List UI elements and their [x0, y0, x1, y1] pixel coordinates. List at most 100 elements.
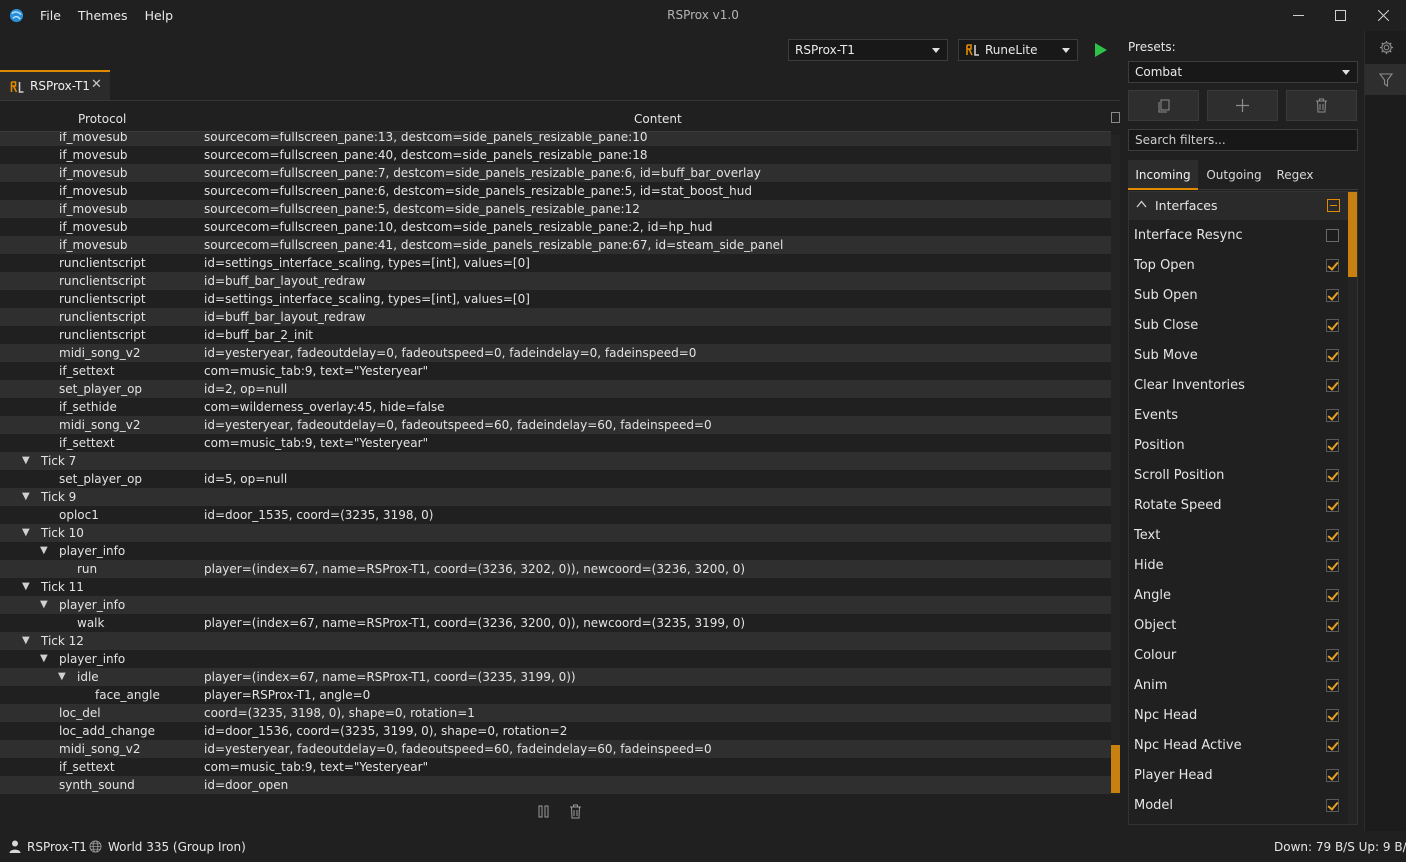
- filter-item[interactable]: Colour: [1129, 641, 1348, 671]
- minimize-button[interactable]: [1276, 0, 1321, 31]
- table-row[interactable]: face_angle player=RSProx-T1, angle=0: [0, 686, 1111, 704]
- table-group-row[interactable]: ▼ Tick 12: [0, 632, 1111, 650]
- filter-item[interactable]: Object: [1129, 611, 1348, 641]
- filter-checkbox[interactable]: [1326, 679, 1339, 692]
- table-row[interactable]: if_movesub sourcecom=fullscreen_pane:41, …: [0, 236, 1111, 254]
- filter-item[interactable]: Npc Head Active: [1129, 731, 1348, 761]
- expand-caret-icon[interactable]: ▼: [22, 578, 30, 596]
- table-row[interactable]: run player=(index=67, name=RSProx-T1, coo…: [0, 560, 1111, 578]
- table-scroll-thumb[interactable]: [1111, 745, 1120, 793]
- column-protocol[interactable]: Protocol: [78, 112, 126, 126]
- filter-checkbox[interactable]: [1326, 349, 1339, 362]
- filter-checkbox[interactable]: [1326, 709, 1339, 722]
- table-group-row[interactable]: ▼ Tick 9: [0, 488, 1111, 506]
- filter-item[interactable]: Clear Inventories: [1129, 371, 1348, 401]
- expand-caret-icon[interactable]: ▼: [22, 452, 30, 470]
- clear-trash-icon[interactable]: [569, 804, 582, 819]
- filter-checkbox[interactable]: [1326, 619, 1339, 632]
- filter-item[interactable]: Sub Move: [1129, 341, 1348, 371]
- filter-checkbox[interactable]: [1326, 739, 1339, 752]
- filter-search-input[interactable]: [1128, 129, 1358, 151]
- filter-item[interactable]: Position: [1129, 431, 1348, 461]
- table-row[interactable]: walk player=(index=67, name=RSProx-T1, co…: [0, 614, 1111, 632]
- filter-checkbox[interactable]: [1326, 439, 1339, 452]
- column-content[interactable]: Content: [634, 112, 682, 126]
- filter-item[interactable]: Top Open: [1129, 251, 1348, 281]
- table-row[interactable]: set_player_op id=2, op=null: [0, 380, 1111, 398]
- filter-item[interactable]: Events: [1129, 401, 1348, 431]
- expand-caret-icon[interactable]: ▼: [22, 632, 30, 650]
- column-options-icon[interactable]: [1111, 112, 1120, 123]
- play-icon[interactable]: [1094, 42, 1108, 58]
- settings-button[interactable]: [1365, 32, 1406, 63]
- table-row[interactable]: runclientscript id=settings_interface_sca…: [0, 254, 1111, 272]
- table-row[interactable]: if_movesub sourcecom=fullscreen_pane:7, d…: [0, 164, 1111, 182]
- table-row[interactable]: set_player_op id=5, op=null: [0, 470, 1111, 488]
- table-group-row[interactable]: ▼ idle player=(index=67, name=RSProx-T1, c…: [0, 668, 1111, 686]
- table-scrollbar[interactable]: [1111, 135, 1120, 795]
- table-row[interactable]: if_movesub sourcecom=fullscreen_pane:6, d…: [0, 182, 1111, 200]
- table-row[interactable]: midi_song_v2 id=yesteryear, fadeoutdelay=…: [0, 740, 1111, 758]
- expand-caret-icon[interactable]: ▼: [40, 596, 48, 614]
- table-row[interactable]: runclientscript id=buff_bar_layout_redraw: [0, 272, 1111, 290]
- copy-preset-button[interactable]: [1128, 90, 1199, 121]
- launcher-select[interactable]: RuneLite: [958, 39, 1078, 61]
- filter-checkbox[interactable]: [1326, 589, 1339, 602]
- filter-checkbox[interactable]: [1326, 319, 1339, 332]
- table-group-row[interactable]: ▼ player_info: [0, 596, 1111, 614]
- table-row[interactable]: if_movesub sourcecom=fullscreen_pane:40, …: [0, 146, 1111, 164]
- tab-session[interactable]: RSProx-T1 ✕: [0, 70, 110, 101]
- filter-checkbox[interactable]: [1326, 289, 1339, 302]
- table-group-row[interactable]: ▼ Tick 10: [0, 524, 1111, 542]
- filter-checkbox[interactable]: [1326, 229, 1339, 242]
- table-group-row[interactable]: ▼ Tick 7: [0, 452, 1111, 470]
- table-group-row[interactable]: ▼ player_info: [0, 542, 1111, 560]
- filters-button[interactable]: [1365, 64, 1406, 95]
- filter-item[interactable]: Player Head: [1129, 761, 1348, 791]
- filter-group-interfaces[interactable]: Interfaces: [1129, 192, 1348, 220]
- filter-item[interactable]: Model: [1129, 791, 1348, 821]
- add-preset-button[interactable]: [1207, 90, 1278, 121]
- table-row[interactable]: midi_song_v2 id=yesteryear, fadeoutdelay=…: [0, 416, 1111, 434]
- table-row[interactable]: if_settext com=music_tab:9, text="Yestery…: [0, 758, 1111, 776]
- expand-caret-icon[interactable]: ▼: [22, 524, 30, 542]
- delete-preset-button[interactable]: [1286, 90, 1357, 121]
- filter-checkbox[interactable]: [1326, 649, 1339, 662]
- maximize-button[interactable]: [1318, 0, 1363, 31]
- filter-checkbox[interactable]: [1326, 559, 1339, 572]
- filter-checkbox[interactable]: [1326, 529, 1339, 542]
- table-row[interactable]: if_settext com=music_tab:9, text="Yestery…: [0, 362, 1111, 380]
- table-row[interactable]: runclientscript id=settings_interface_sca…: [0, 290, 1111, 308]
- filter-scrollbar[interactable]: [1348, 192, 1357, 824]
- menu-file[interactable]: File: [40, 0, 78, 31]
- filter-checkbox[interactable]: [1326, 769, 1339, 782]
- filter-item[interactable]: Scroll Position: [1129, 461, 1348, 491]
- filter-checkbox[interactable]: [1326, 469, 1339, 482]
- filter-item[interactable]: Hide: [1129, 551, 1348, 581]
- table-group-row[interactable]: ▼ Tick 11: [0, 578, 1111, 596]
- filter-item[interactable]: Anim: [1129, 671, 1348, 701]
- table-row[interactable]: if_settext com=music_tab:9, text="Yestery…: [0, 434, 1111, 452]
- menu-help[interactable]: Help: [145, 0, 191, 31]
- filter-item[interactable]: Interface Resync: [1129, 221, 1348, 251]
- expand-caret-icon[interactable]: ▼: [22, 488, 30, 506]
- table-row[interactable]: runclientscript id=buff_bar_2_init: [0, 326, 1111, 344]
- filter-checkbox[interactable]: [1326, 799, 1339, 812]
- table-row[interactable]: loc_del coord=(3235, 3198, 0), shape=0, r…: [0, 704, 1111, 722]
- expand-caret-icon[interactable]: ▼: [40, 542, 48, 560]
- filter-checkbox[interactable]: [1326, 409, 1339, 422]
- filter-item[interactable]: Text: [1129, 521, 1348, 551]
- table-row[interactable]: loc_add_change id=door_1536, coord=(3235,…: [0, 722, 1111, 740]
- expand-caret-icon[interactable]: ▼: [40, 650, 48, 668]
- filter-checkbox[interactable]: [1326, 259, 1339, 272]
- menu-themes[interactable]: Themes: [78, 0, 145, 31]
- table-row[interactable]: if_movesub sourcecom=fullscreen_pane:10, …: [0, 218, 1111, 236]
- close-button[interactable]: [1361, 0, 1406, 31]
- tab-close-icon[interactable]: ✕: [91, 77, 102, 92]
- table-row[interactable]: synth_sound id=door_open: [0, 776, 1111, 794]
- filter-checkbox[interactable]: [1326, 499, 1339, 512]
- expand-caret-icon[interactable]: ▼: [58, 668, 66, 686]
- tab-incoming[interactable]: Incoming: [1128, 160, 1198, 190]
- tab-outgoing[interactable]: Outgoing: [1200, 160, 1268, 190]
- filter-item[interactable]: Npc Head: [1129, 701, 1348, 731]
